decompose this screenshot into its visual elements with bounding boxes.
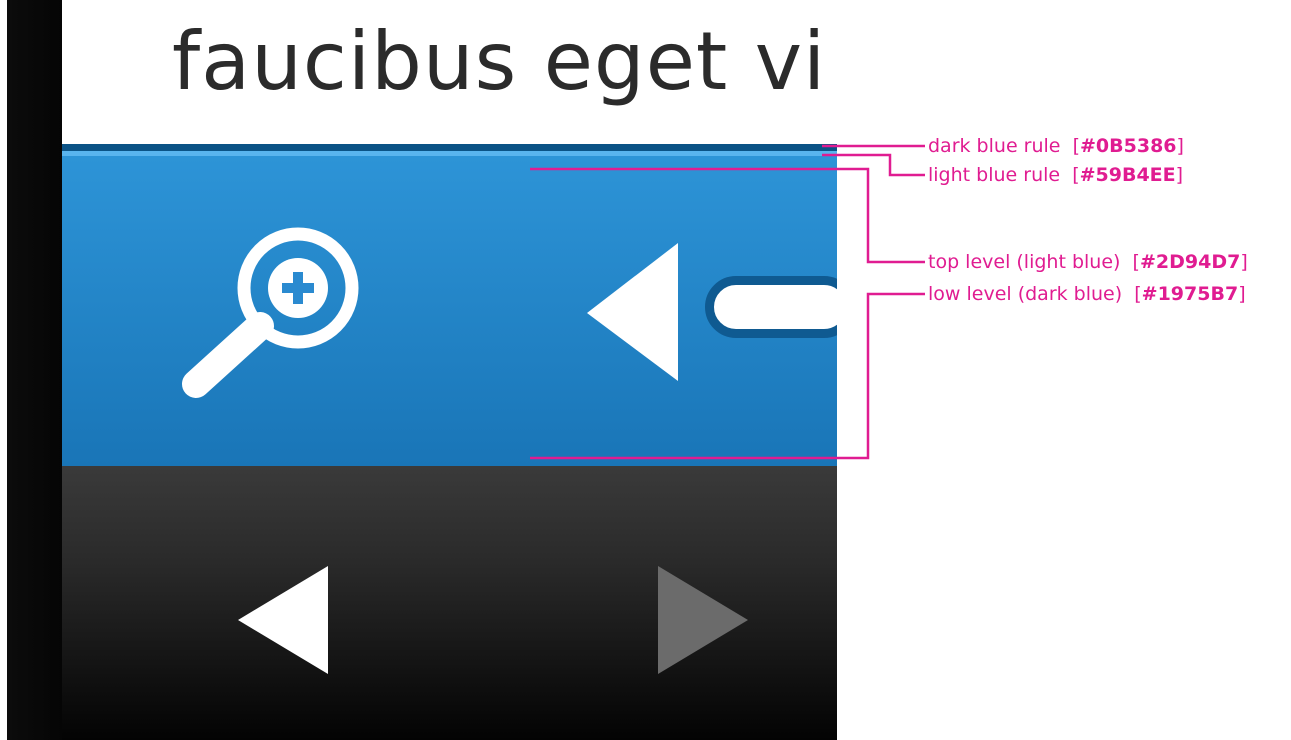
slider-track[interactable] bbox=[705, 276, 837, 338]
triangle-left-icon bbox=[238, 566, 328, 674]
page-title: faucibus eget vi bbox=[172, 15, 827, 108]
nav-next-button[interactable] bbox=[652, 564, 752, 676]
toolbar-prev-button[interactable] bbox=[582, 241, 682, 386]
leader-light-blue-rule bbox=[822, 153, 925, 177]
triangle-left-icon bbox=[587, 243, 678, 381]
blue-toolbar bbox=[62, 156, 837, 466]
annotation-dark-blue-rule: dark blue rule [#0B5386] bbox=[928, 135, 1184, 157]
title-bar: faucibus eget vi bbox=[62, 0, 837, 144]
bottom-navbar bbox=[62, 466, 837, 740]
annotation-low-level: low level (dark blue) [#1975B7] bbox=[928, 283, 1246, 305]
zoom-in-icon bbox=[182, 227, 359, 398]
dark-blue-rule bbox=[62, 144, 837, 151]
nav-prev-button[interactable] bbox=[232, 564, 332, 676]
left-dark-strip bbox=[0, 0, 62, 740]
annotation-top-level: top level (light blue) [#2D94D7] bbox=[928, 251, 1248, 273]
app-mockup: faucibus eget vi bbox=[62, 0, 837, 740]
annotation-light-blue-rule: light blue rule [#59B4EE] bbox=[928, 164, 1184, 186]
triangle-right-icon bbox=[658, 566, 748, 674]
zoom-in-button[interactable] bbox=[170, 226, 370, 406]
